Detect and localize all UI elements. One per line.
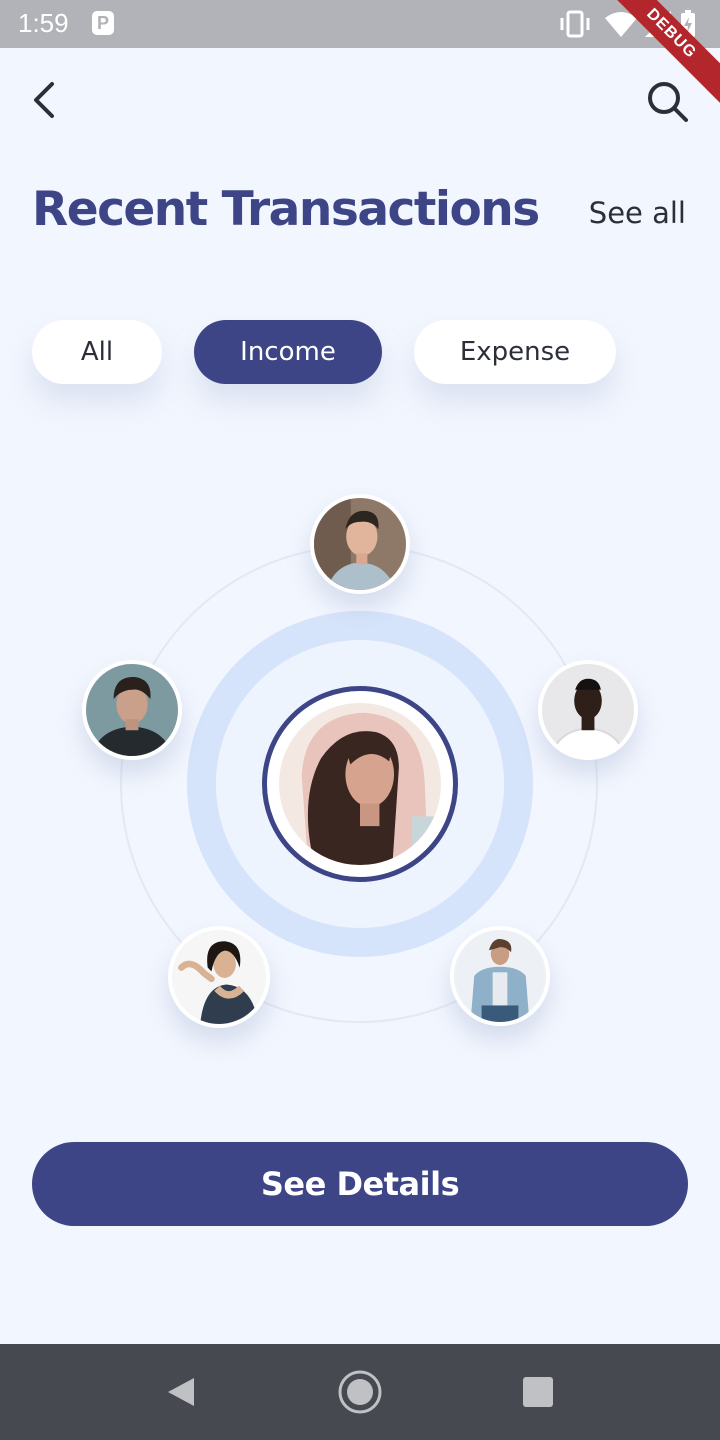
see-details-button[interactable]: See Details: [32, 1142, 688, 1226]
parking-icon: P: [92, 11, 114, 35]
avatar-man-right[interactable]: [538, 660, 638, 760]
see-all-link[interactable]: See all: [589, 196, 686, 230]
avatar-man-left[interactable]: [82, 660, 182, 760]
avatar-man-top[interactable]: [310, 494, 410, 594]
avatar-man-bottom-right[interactable]: [450, 926, 550, 1026]
status-bar: 1:59 P DEBUG: [0, 0, 720, 112]
avatar-woman-bottom-left[interactable]: [168, 926, 270, 1028]
filter-chip-income[interactable]: Income: [194, 320, 382, 384]
vibrate-icon: [560, 10, 590, 38]
status-time: 1:59: [18, 8, 69, 38]
avatar-woman-hooded[interactable]: [276, 700, 444, 868]
filter-chip-expense[interactable]: Expense: [414, 320, 616, 384]
chevron-left-icon[interactable]: [26, 78, 70, 122]
page-title: Recent Transactions: [32, 182, 540, 237]
recents-square-icon[interactable]: [510, 1364, 566, 1420]
back-triangle-icon[interactable]: [152, 1364, 208, 1420]
home-circle-icon[interactable]: [332, 1364, 388, 1420]
system-nav-bar: [0, 1344, 720, 1440]
filter-chip-all[interactable]: All: [32, 320, 162, 384]
search-icon[interactable]: [644, 78, 690, 124]
